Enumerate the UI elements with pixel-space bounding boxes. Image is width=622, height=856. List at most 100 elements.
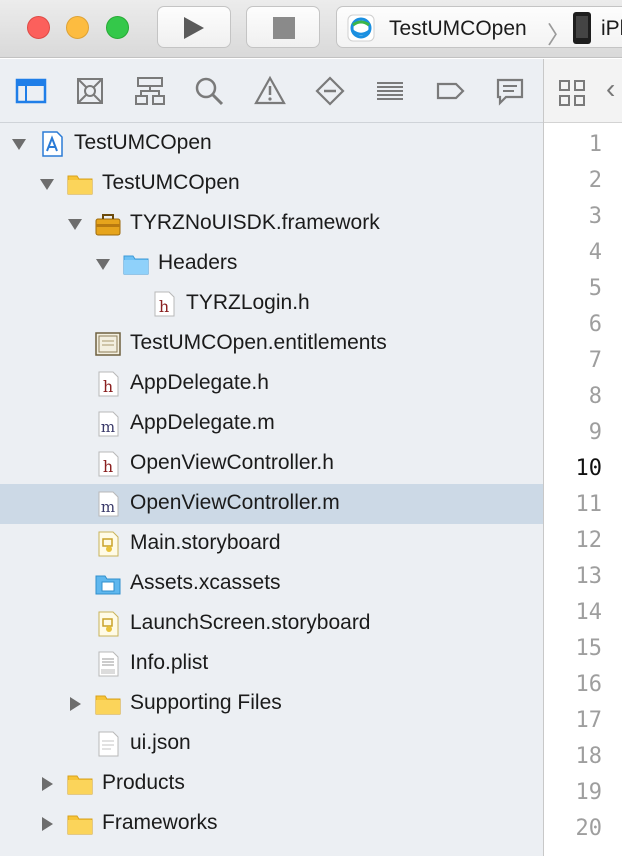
file-tree-row[interactable]: Products	[0, 764, 543, 804]
line-number: 8	[588, 384, 602, 409]
editor-jump-bar: ‹	[544, 59, 622, 123]
file-tree-item-label: AppDelegate.m	[130, 411, 275, 434]
file-tree-item-label: Products	[102, 771, 185, 794]
file-tree-row[interactable]: Main.storyboard	[0, 524, 543, 564]
file-tree-item-label: Headers	[158, 251, 238, 274]
svg-text:m: m	[101, 498, 115, 516]
line-number: 4	[588, 240, 602, 265]
breakpoint-navigator-icon[interactable]	[434, 75, 466, 107]
file-tree-item-label: TestUMCOpen	[74, 131, 212, 154]
file-tree-item-label: AppDelegate.h	[130, 371, 269, 394]
line-number: 11	[575, 492, 603, 517]
file-tree-row[interactable]: TYRZNoUISDK.framework	[0, 204, 543, 244]
file-tree-item-label: Info.plist	[130, 651, 209, 674]
line-number: 5	[588, 276, 602, 301]
storyboard-file-icon	[98, 531, 119, 557]
folder-yellow-icon	[67, 175, 93, 195]
line-number: 15	[575, 636, 603, 661]
file-tree-item-label: OpenViewController.h	[130, 451, 334, 474]
line-number: 20	[575, 816, 603, 841]
folder-yellow-icon	[67, 775, 93, 795]
file-tree-row[interactable]: h AppDelegate.h	[0, 364, 543, 404]
symbol-navigator-icon[interactable]	[134, 75, 166, 107]
test-navigator-icon[interactable]	[314, 75, 346, 107]
framework-toolbox-icon	[95, 214, 121, 236]
line-number: 1	[588, 132, 602, 157]
file-tree-row[interactable]: ui.json	[0, 724, 543, 764]
line-number: 10	[575, 456, 603, 481]
text-file-icon	[98, 731, 119, 757]
svg-text:h: h	[103, 377, 113, 396]
stop-icon	[273, 17, 295, 39]
related-items-grid-icon[interactable]	[558, 79, 586, 107]
header-file-icon: h	[154, 291, 175, 317]
file-tree-item-label: ui.json	[130, 731, 191, 754]
file-tree-item-label: TYRZLogin.h	[186, 291, 310, 314]
disclosure-closed-icon[interactable]	[66, 695, 84, 713]
xcode-project-icon	[42, 131, 63, 157]
line-number: 3	[588, 204, 602, 229]
file-tree-row[interactable]: Info.plist	[0, 644, 543, 684]
line-number: 9	[588, 420, 602, 445]
line-number: 19	[575, 780, 603, 805]
run-button[interactable]	[157, 6, 231, 48]
file-tree-item-label: Assets.xcassets	[130, 571, 281, 594]
line-number: 13	[575, 564, 603, 589]
disclosure-open-icon[interactable]	[38, 175, 56, 193]
minimize-window-button[interactable]	[66, 16, 89, 39]
file-tree-row[interactable]: Headers	[0, 244, 543, 284]
line-number: 16	[575, 672, 603, 697]
stop-button[interactable]	[246, 6, 320, 48]
svg-text:m: m	[101, 418, 115, 436]
line-number: 7	[588, 348, 602, 373]
file-tree-item-label: Supporting Files	[130, 691, 282, 714]
file-tree-row[interactable]: Assets.xcassets	[0, 564, 543, 604]
zoom-window-button[interactable]	[106, 16, 129, 39]
storyboard-file-icon	[98, 611, 119, 637]
find-navigator-icon[interactable]	[193, 75, 225, 107]
chevron-right-icon: 〉	[547, 22, 571, 49]
file-tree-item-label: OpenViewController.m	[130, 491, 340, 514]
navigator-selector-bar	[0, 59, 543, 123]
file-tree-row[interactable]: LaunchScreen.storyboard	[0, 604, 543, 644]
source-control-navigator-icon[interactable]	[74, 75, 106, 107]
iphone-device-icon	[573, 12, 591, 44]
file-tree-row[interactable]: m AppDelegate.m	[0, 404, 543, 444]
report-navigator-icon[interactable]	[494, 75, 526, 107]
file-tree-row[interactable]: h TYRZLogin.h	[0, 284, 543, 324]
file-tree-item-label: TestUMCOpen.entitlements	[130, 331, 387, 354]
back-chevron-icon[interactable]: ‹	[606, 73, 615, 105]
scheme-name: TestUMCOpen	[389, 17, 527, 40]
plist-file-icon	[98, 651, 119, 677]
file-tree-row[interactable]: Frameworks	[0, 804, 543, 844]
file-tree-item-label: LaunchScreen.storyboard	[130, 611, 371, 634]
close-window-button[interactable]	[27, 16, 50, 39]
project-navigator-pane: TestUMCOpen TestUMCOpen TYRZNoUISDK.framew…	[0, 59, 543, 856]
file-tree-row[interactable]: TestUMCOpen	[0, 164, 543, 204]
scheme-selector[interactable]: TestUMCOpen 〉 iPh	[336, 6, 622, 49]
file-tree-row[interactable]: h OpenViewController.h	[0, 444, 543, 484]
file-tree-row[interactable]: TestUMCOpen.entitlements	[0, 324, 543, 364]
file-tree-item-label: TYRZNoUISDK.framework	[130, 211, 380, 234]
folder-yellow-icon	[67, 815, 93, 835]
file-tree-row[interactable]: TestUMCOpen	[0, 124, 543, 164]
window-toolbar: TestUMCOpen 〉 iPh	[0, 0, 622, 58]
line-number: 18	[575, 744, 603, 769]
header-file-icon: h	[98, 451, 119, 477]
file-tree-item-label: Frameworks	[102, 811, 218, 834]
disclosure-open-icon[interactable]	[94, 255, 112, 273]
debug-navigator-icon[interactable]	[374, 75, 406, 107]
file-tree-row[interactable]: m OpenViewController.m	[0, 484, 543, 524]
disclosure-closed-icon[interactable]	[38, 815, 56, 833]
device-name: iPh	[601, 17, 622, 40]
disclosure-open-icon[interactable]	[66, 215, 84, 233]
app-scheme-icon	[347, 14, 375, 42]
disclosure-open-icon[interactable]	[10, 135, 28, 153]
project-navigator-icon[interactable]	[15, 75, 47, 107]
line-number: 14	[575, 600, 603, 625]
line-number-gutter: 1 2 3 4 5 6 7 8 9 10 11 12 13 14 15 16 17 18 19 20	[544, 124, 622, 856]
issue-navigator-icon[interactable]	[254, 75, 286, 107]
asset-catalog-icon	[95, 575, 121, 595]
disclosure-closed-icon[interactable]	[38, 775, 56, 793]
file-tree-row[interactable]: Supporting Files	[0, 684, 543, 724]
